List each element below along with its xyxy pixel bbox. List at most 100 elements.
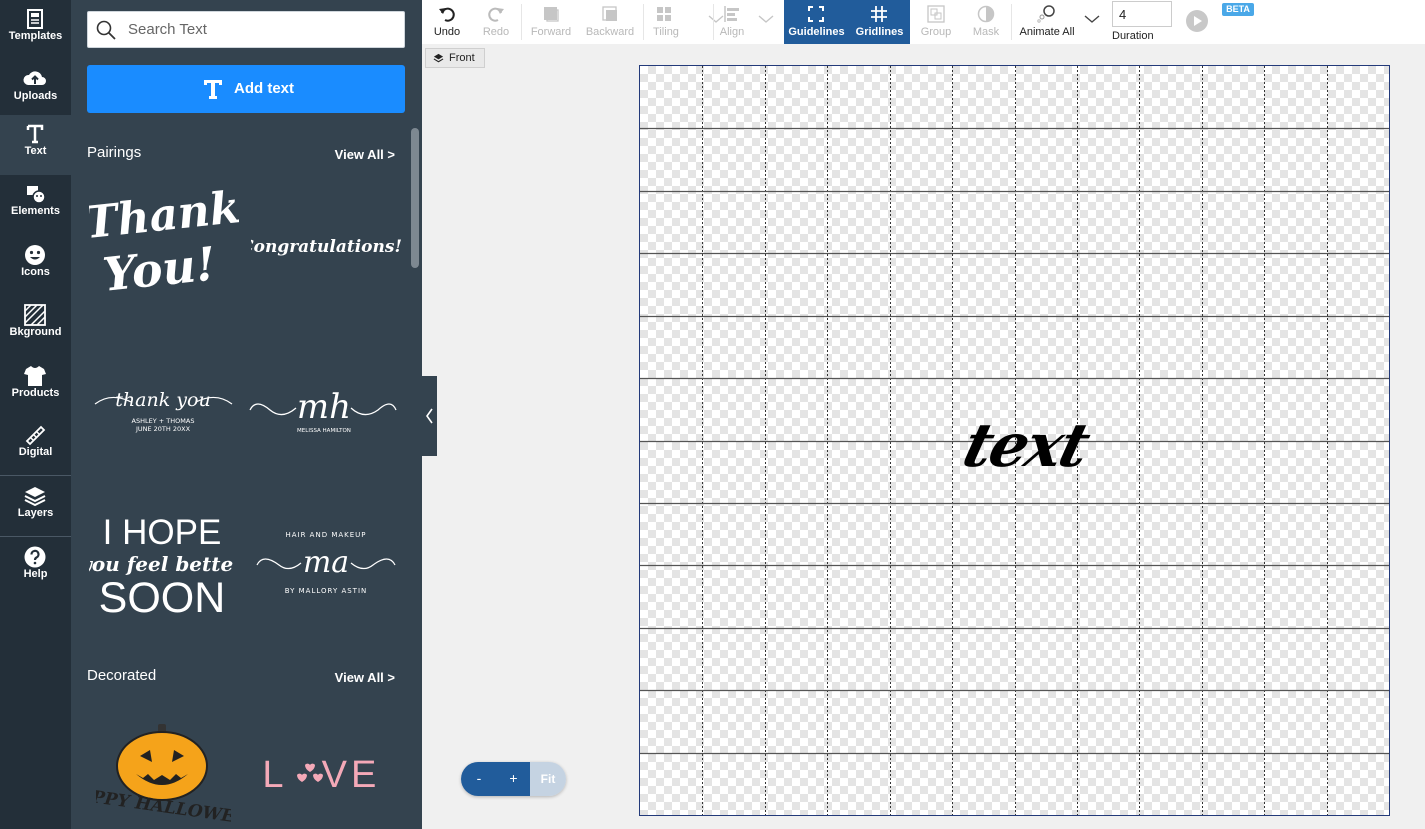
decorated-thumb-love[interactable]: L VE (259, 745, 389, 800)
chevron-down-icon (1084, 15, 1100, 23)
top-toolbar: Undo Redo Forward Backward Tiling Align … (422, 0, 1425, 44)
pairing-thumb-i-hope[interactable]: I HOPE you feel better SOON (89, 508, 234, 623)
pairing-thumb-text: ma (303, 545, 349, 580)
add-text-label: Add text (234, 80, 294, 97)
design-canvas[interactable]: text (639, 65, 1390, 816)
rail-divider (0, 536, 71, 537)
collapse-panel-handle[interactable] (422, 376, 437, 456)
front-label: Front (449, 52, 475, 64)
rail-label-help: Help (23, 568, 48, 580)
zoom-in-button[interactable]: + (497, 762, 530, 796)
undo-button[interactable]: Undo (422, 0, 472, 44)
mask-icon (977, 5, 995, 23)
pairing-thumb-thank-you-wedding[interactable]: thank you ASHLEY + THOMAS JUNE 20TH 20XX (91, 378, 236, 438)
rail-item-templates[interactable]: Templates (0, 0, 71, 60)
rail-label-uploads: Uploads (13, 90, 58, 102)
front-side-button[interactable]: Front (425, 48, 485, 68)
align-dropdown[interactable]: Align (716, 0, 778, 44)
text-t-icon (204, 80, 222, 99)
canvas-text-object[interactable]: text (956, 411, 1095, 481)
duration-input[interactable] (1112, 1, 1172, 27)
pairing-thumb-text: Thank (89, 182, 239, 249)
help-icon (24, 546, 46, 568)
zoom-out-button[interactable]: - (461, 762, 497, 796)
search-input[interactable] (128, 12, 398, 47)
pairing-thumb-text: thank you (115, 389, 210, 411)
undo-label: Undo (433, 26, 461, 38)
beta-badge: BETA (1222, 3, 1254, 16)
toolbar-divider (1011, 4, 1012, 40)
pairing-thumb-congratulations[interactable]: Congratulations! (251, 220, 401, 270)
forward-button[interactable]: Forward (525, 0, 577, 44)
animate-icon (1037, 5, 1055, 23)
section-title-pairings: Pairings (87, 144, 142, 161)
backward-label: Backward (585, 26, 635, 38)
redo-label: Redo (482, 26, 510, 38)
templates-icon (27, 9, 43, 29)
rail-label-background: Bkground (9, 326, 62, 338)
pairing-thumb-text: BY MALLORY ASTIN (285, 587, 368, 595)
rail-label-layers: Layers (17, 507, 54, 519)
redo-button[interactable]: Redo (474, 0, 518, 44)
animate-all-dropdown[interactable]: Animate All (1014, 0, 1104, 44)
elements-icon (27, 186, 46, 204)
zoom-controls: - + Fit (461, 762, 566, 796)
text-panel: Add text Pairings View All > Thank You! … (71, 0, 422, 829)
guidelines-label: Guidelines (788, 26, 845, 38)
align-icon (724, 6, 739, 22)
rail-label-products: Products (11, 387, 60, 399)
rail-divider (0, 475, 71, 476)
rail-item-layers[interactable]: Layers (0, 477, 71, 537)
pairing-thumb-text: MELISSA HAMILTON (297, 428, 351, 434)
pairing-thumb-text: SOON (99, 574, 226, 622)
pairing-thumb-text: You! (100, 236, 218, 302)
add-text-button[interactable]: Add text (87, 65, 405, 113)
backward-button[interactable]: Backward (582, 0, 638, 44)
bring-forward-icon (544, 7, 559, 22)
rail-item-digital[interactable]: Digital (0, 416, 71, 476)
view-all-decorated-link[interactable]: View All > (335, 670, 395, 685)
rail-label-digital: Digital (18, 446, 53, 458)
pairing-thumb-text: I HOPE (103, 513, 222, 552)
pairing-thumb-text: JUNE 20TH 20XX (135, 425, 191, 433)
ruler-icon (25, 425, 46, 446)
rail-item-uploads[interactable]: Uploads (0, 60, 71, 120)
gridlines-toggle[interactable]: Gridlines (849, 0, 910, 44)
send-backward-icon (602, 6, 617, 21)
rail-label-elements: Elements (11, 205, 60, 217)
layers-icon (24, 487, 46, 507)
pairing-thumb-monogram-mh[interactable]: mh MELISSA HAMILTON (246, 380, 401, 440)
tiling-icon (657, 7, 671, 21)
rail-label-text: Text (24, 145, 47, 157)
align-label: Align (719, 26, 745, 38)
rail-item-background[interactable]: Bkground (0, 296, 71, 356)
rail-item-icons[interactable]: Icons (0, 236, 71, 296)
group-button[interactable]: Group (914, 0, 958, 44)
section-title-decorated: Decorated (87, 667, 157, 684)
search-box[interactable] (87, 11, 405, 48)
undo-icon (439, 7, 455, 22)
guidelines-toggle[interactable]: Guidelines (784, 0, 849, 44)
rail-label-icons: Icons (21, 266, 50, 278)
zoom-fit-button[interactable]: Fit (530, 762, 566, 796)
play-icon[interactable] (1185, 9, 1209, 33)
pairing-thumb-hair-makeup[interactable]: HAIR AND MAKEUP ma BY MALLORY ASTIN (251, 525, 401, 605)
rail-item-elements[interactable]: Elements (0, 175, 71, 235)
view-all-pairings-link[interactable]: View All > (335, 147, 395, 162)
chevron-left-icon (426, 408, 433, 424)
rail-item-text[interactable]: Text (0, 115, 71, 175)
gridlines-icon (871, 6, 887, 22)
decorated-thumb-halloween[interactable]: HAPPY HALLOWEEN (96, 720, 231, 825)
background-hatch-icon (24, 304, 46, 326)
rail-item-products[interactable]: Products (0, 357, 71, 417)
pairing-thumb-text: mh (297, 387, 351, 427)
pairing-thumb-text: HAIR AND MAKEUP (285, 531, 366, 539)
mask-button[interactable]: Mask (964, 0, 1008, 44)
group-icon (927, 5, 945, 23)
pairing-thumb-thank-you[interactable]: Thank You! (89, 180, 239, 310)
search-icon (96, 20, 116, 40)
panel-scrollbar[interactable] (411, 128, 419, 268)
pairing-thumb-text: you feel better (89, 552, 234, 576)
rail-item-help[interactable]: Help (0, 538, 71, 598)
forward-label: Forward (530, 26, 572, 38)
